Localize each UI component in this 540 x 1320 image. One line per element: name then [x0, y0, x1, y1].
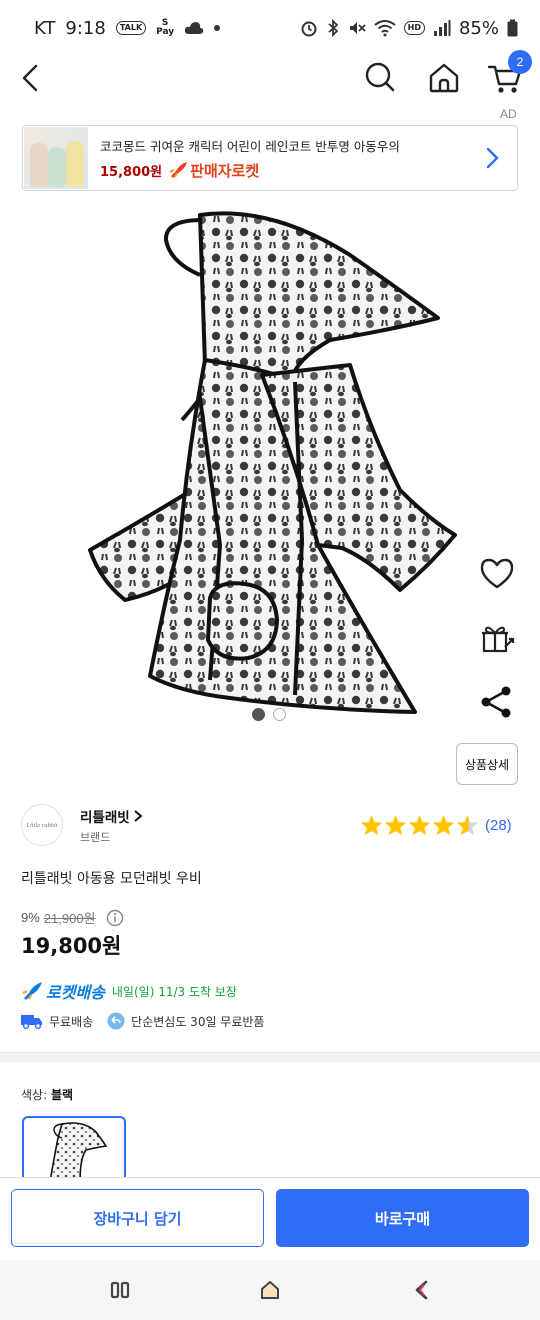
star-icon: [360, 814, 383, 836]
rocket-delivery-label: 로켓배송: [46, 983, 105, 1002]
cart-count-badge: 2: [508, 50, 532, 74]
ad-thumbnail: [24, 127, 88, 189]
star-icon: [384, 814, 407, 836]
price-discount-row: 9% 21,900원: [21, 908, 124, 927]
rocket-icon: [22, 982, 42, 1000]
notification-dot: [214, 25, 221, 31]
home-icon[interactable]: [424, 58, 464, 98]
ad-label: AD: [500, 107, 517, 121]
star-icon: [432, 814, 455, 836]
bottom-action-bar: 장바구니 담기 바로구매: [0, 1177, 540, 1259]
brand-sub-label: 브랜드: [80, 831, 111, 844]
seller-rocket-badge: 판매자로켓: [168, 160, 259, 181]
chevron-right-icon: [486, 147, 499, 169]
discount-rate: 9%: [21, 910, 40, 925]
product-detail-button[interactable]: 상품상세: [456, 743, 518, 785]
floating-actions: [478, 555, 516, 747]
review-count: (28): [485, 816, 512, 834]
ad-price: 15,800원: [100, 164, 163, 180]
battery-percent: 85%: [458, 17, 499, 39]
star-rating: [360, 814, 479, 836]
battery-icon: [507, 19, 518, 37]
home-button-icon[interactable]: [258, 1278, 282, 1302]
truck-icon: [21, 1015, 42, 1029]
pagination-dot[interactable]: [273, 708, 286, 721]
rating-summary[interactable]: (28): [360, 814, 512, 836]
add-to-cart-button[interactable]: 장바구니 담기: [11, 1189, 264, 1247]
product-title: 리틀래빗 아동용 모던래빗 우비: [21, 871, 202, 887]
pagination-dot-active[interactable]: [252, 708, 265, 721]
sale-price: 19,800원: [21, 934, 122, 958]
ad-child-figure: [48, 147, 66, 187]
mute-icon: [349, 22, 366, 34]
ad-banner[interactable]: 코코몽드 귀여운 캐릭터 어린이 레인코트 반투명 아동우의 15,800원 판…: [22, 125, 518, 191]
original-price: 21,900원: [43, 911, 96, 926]
hd-voice-icon: HD: [403, 21, 425, 35]
alarm-icon: [301, 21, 317, 37]
search-icon[interactable]: [360, 58, 400, 98]
info-icon[interactable]: [106, 909, 124, 927]
ad-title: 코코몽드 귀여운 캐릭터 어린이 레인코트 반투명 아동우의: [100, 138, 400, 154]
chevron-right-icon: [134, 810, 143, 822]
cloud-icon: [185, 22, 204, 34]
rocket-delivery-row: 로켓배송 내일(일) 11/3 도착 보장: [21, 979, 237, 1003]
bluetooth-icon: [328, 19, 338, 37]
share-icon[interactable]: [478, 683, 516, 721]
back-button-icon[interactable]: [410, 1278, 434, 1302]
raincoat-thumbnail: [49, 1122, 108, 1180]
return-icon: [107, 1012, 125, 1030]
star-half-icon: [456, 814, 479, 836]
carrier-label: KT: [34, 17, 56, 39]
free-return-label: 단순변심도 30일 무료반품: [131, 1014, 265, 1029]
color-option-label: 색상: 블랙: [21, 1088, 74, 1102]
image-pagination: [252, 708, 286, 721]
clock: 9:18: [65, 17, 106, 39]
delivery-eta: 내일(일) 11/3 도착 보장: [111, 984, 237, 999]
ad-child-figure: [66, 141, 84, 187]
signal-icon: [433, 20, 451, 36]
gift-icon[interactable]: [478, 619, 516, 657]
recent-apps-icon[interactable]: [108, 1278, 132, 1302]
free-shipping-label: 무료배송: [49, 1014, 94, 1029]
back-arrow-icon[interactable]: [14, 58, 54, 98]
kakaotalk-icon: TALK: [115, 21, 147, 35]
system-navigation-bar: [0, 1260, 540, 1320]
brand-name-link[interactable]: 리틀래빗: [80, 806, 144, 826]
color-option-thumbnail-selected[interactable]: [22, 1116, 126, 1180]
status-bar: KT 9:18 TALK S Pay HD 85%: [0, 0, 540, 56]
wifi-icon: [374, 20, 396, 37]
buy-now-button[interactable]: 바로구매: [276, 1189, 529, 1247]
star-icon: [408, 814, 431, 836]
top-navigation: 2: [0, 50, 540, 106]
brand-logo[interactable]: Little rabbit: [21, 804, 63, 846]
samsung-pay-icon: S Pay: [156, 18, 175, 37]
product-image-raincoat[interactable]: [70, 200, 470, 720]
heart-icon[interactable]: [478, 555, 516, 593]
delivery-benefits: 무료배송 단순변심도 30일 무료반품: [21, 1012, 278, 1030]
color-option-value: 블랙: [50, 1088, 74, 1102]
section-divider: [0, 1052, 540, 1062]
ad-child-figure: [30, 143, 48, 187]
rocket-icon: [169, 162, 188, 178]
